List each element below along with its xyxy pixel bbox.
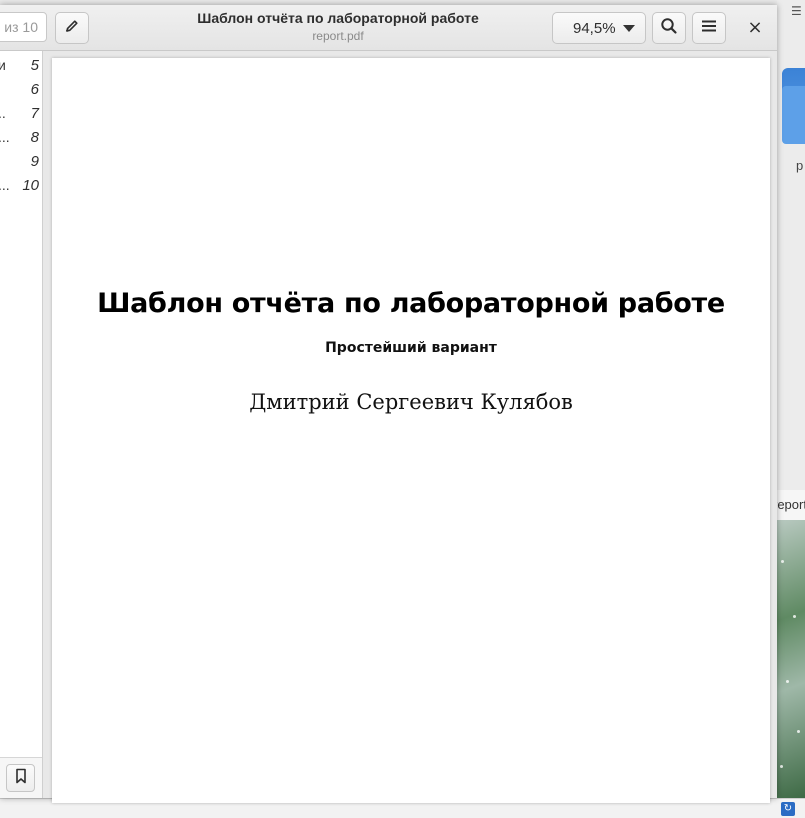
headerbar: из 10 Шаблон отчёта по лабораторной рабо… xyxy=(0,5,777,51)
window-subtitle: report.pdf xyxy=(312,29,364,43)
background-folder-icon xyxy=(782,68,805,144)
background-wallpaper xyxy=(777,520,805,798)
document-author: Дмитрий Сергеевич Кулябов xyxy=(249,390,573,414)
pencil-icon xyxy=(64,18,80,38)
outline-page-number: 9 xyxy=(30,153,39,170)
outline-page-number: 8 xyxy=(30,129,39,146)
document-page: Шаблон отчёта по лабораторной работе Про… xyxy=(52,58,770,803)
outline-item[interactable]: 6 xyxy=(0,81,42,105)
document-canvas[interactable]: Шаблон отчёта по лабораторной работе Про… xyxy=(43,51,777,803)
refresh-icon[interactable]: ↻ xyxy=(781,802,795,816)
outline-item[interactable]: 9 xyxy=(0,153,42,177)
window-title: Шаблон отчёта по лабораторной работе xyxy=(197,10,479,26)
page-number-entry[interactable]: из 10 xyxy=(0,12,47,42)
window-title-block: Шаблон отчёта по лабораторной работе rep… xyxy=(170,10,506,43)
main-menu-button[interactable] xyxy=(692,12,726,44)
background-file-label: р xyxy=(796,158,804,173)
chevron-down-icon xyxy=(623,25,635,32)
search-icon xyxy=(660,17,678,39)
close-button[interactable]: × xyxy=(742,16,768,40)
zoom-dropdown[interactable]: 94,5% xyxy=(552,12,646,44)
bookmarks-button[interactable] xyxy=(6,764,35,792)
document-subtitle: Простейший вариант xyxy=(325,340,497,356)
outline-item[interactable]: и 5 xyxy=(0,57,42,81)
bookmark-icon xyxy=(14,768,28,788)
sidebar-footer xyxy=(0,757,42,798)
outline-item[interactable]: ... 10 xyxy=(0,177,42,201)
list-view-icon: ☰ xyxy=(791,4,802,18)
annotate-button[interactable] xyxy=(55,12,89,44)
outline-page-number: 6 xyxy=(30,81,39,98)
hamburger-menu-icon xyxy=(701,18,717,38)
zoom-value: 94,5% xyxy=(573,19,616,37)
document-viewer-window: из 10 Шаблон отчёта по лабораторной рабо… xyxy=(0,5,777,803)
close-icon: × xyxy=(747,17,763,38)
outline-item[interactable]: .. 7 xyxy=(0,105,42,129)
outline-page-number: 10 xyxy=(22,177,39,194)
search-button[interactable] xyxy=(652,12,686,44)
outline-page-number: 7 xyxy=(30,105,39,122)
document-title: Шаблон отчёта по лабораторной работе xyxy=(97,288,725,319)
outline-item[interactable]: ... 8 xyxy=(0,129,42,153)
background-desktop: ☰ р report xyxy=(777,0,805,817)
outline-page-number: 5 xyxy=(30,57,39,74)
background-report-label: report xyxy=(777,490,805,520)
outline-sidebar: и 5 6 .. 7 ... 8 9 ... 10 xyxy=(0,51,43,798)
